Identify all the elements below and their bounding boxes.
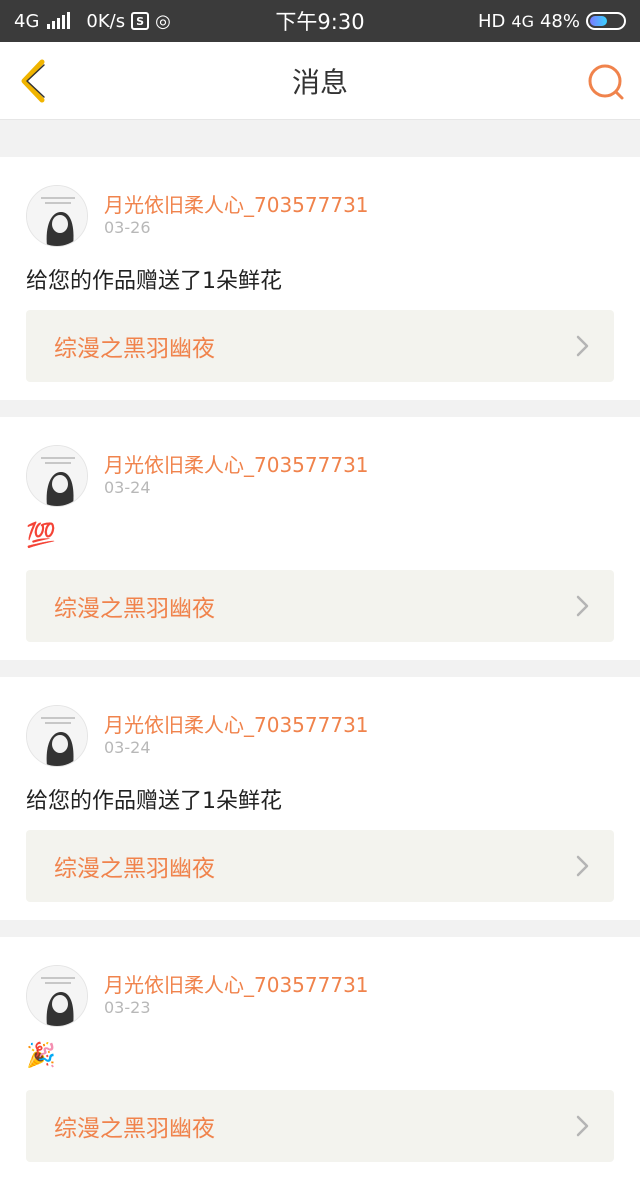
work-title: 综漫之黑羽幽夜 [54, 596, 215, 622]
avatar[interactable] [26, 185, 88, 247]
avatar[interactable] [26, 705, 88, 767]
avatar[interactable] [26, 445, 88, 507]
message-card: 月光依旧柔人心_703577731 03-23 🎉 综漫之黑羽幽夜 [0, 937, 640, 1180]
hundred-points-emoji: 💯 [26, 521, 56, 549]
message-date: 03-26 [104, 218, 151, 237]
search-icon [588, 64, 624, 100]
work-link[interactable]: 综漫之黑羽幽夜 [26, 310, 614, 382]
nav-bar: 消息 [0, 42, 640, 120]
network-right: 4G [511, 11, 534, 31]
chevron-right-icon [576, 855, 589, 877]
status-bar: 4G 0K/s S ◎ 下午9:30 HD 4G 48% [0, 0, 640, 42]
search-button[interactable] [586, 62, 626, 102]
message-date: 03-23 [104, 998, 151, 1017]
party-popper-emoji: 🎉 [26, 1041, 56, 1069]
username[interactable]: 月光依旧柔人心_703577731 [104, 709, 369, 738]
chevron-right-icon [576, 335, 589, 357]
username[interactable]: 月光依旧柔人心_703577731 [104, 189, 369, 218]
username[interactable]: 月光依旧柔人心_703577731 [104, 449, 369, 478]
page-title: 消息 [291, 66, 348, 99]
hd-label: HD [478, 10, 506, 32]
avatar-illustration [27, 446, 87, 506]
chevron-right-icon [576, 1115, 589, 1137]
work-link[interactable]: 综漫之黑羽幽夜 [26, 570, 614, 642]
work-title: 综漫之黑羽幽夜 [54, 336, 215, 362]
message-date: 03-24 [104, 478, 151, 497]
work-title: 综漫之黑羽幽夜 [54, 1116, 215, 1142]
battery-level [590, 16, 608, 26]
avatar-illustration [27, 706, 87, 766]
message-card: 月光依旧柔人心_703577731 03-24 给您的作品赠送了1朵鲜花 综漫之… [0, 677, 640, 920]
status-right: HD 4G 48% [478, 0, 626, 42]
message-text: 给您的作品赠送了1朵鲜花 [26, 269, 282, 294]
battery-percent: 48% [539, 10, 580, 32]
work-title: 综漫之黑羽幽夜 [54, 856, 215, 882]
message-text: 给您的作品赠送了1朵鲜花 [26, 789, 282, 814]
work-link[interactable]: 综漫之黑羽幽夜 [26, 830, 614, 902]
avatar[interactable] [26, 965, 88, 1027]
message-date: 03-24 [104, 738, 151, 757]
battery-icon [586, 12, 626, 30]
work-link[interactable]: 综漫之黑羽幽夜 [26, 1090, 614, 1162]
message-card: 月光依旧柔人心_703577731 03-24 💯 综漫之黑羽幽夜 [0, 417, 640, 660]
message-card: 月光依旧柔人心_703577731 03-26 给您的作品赠送了1朵鲜花 综漫之… [0, 157, 640, 400]
username[interactable]: 月光依旧柔人心_703577731 [104, 969, 369, 998]
avatar-illustration [27, 966, 87, 1026]
chevron-right-icon [576, 595, 589, 617]
avatar-illustration [27, 186, 87, 246]
